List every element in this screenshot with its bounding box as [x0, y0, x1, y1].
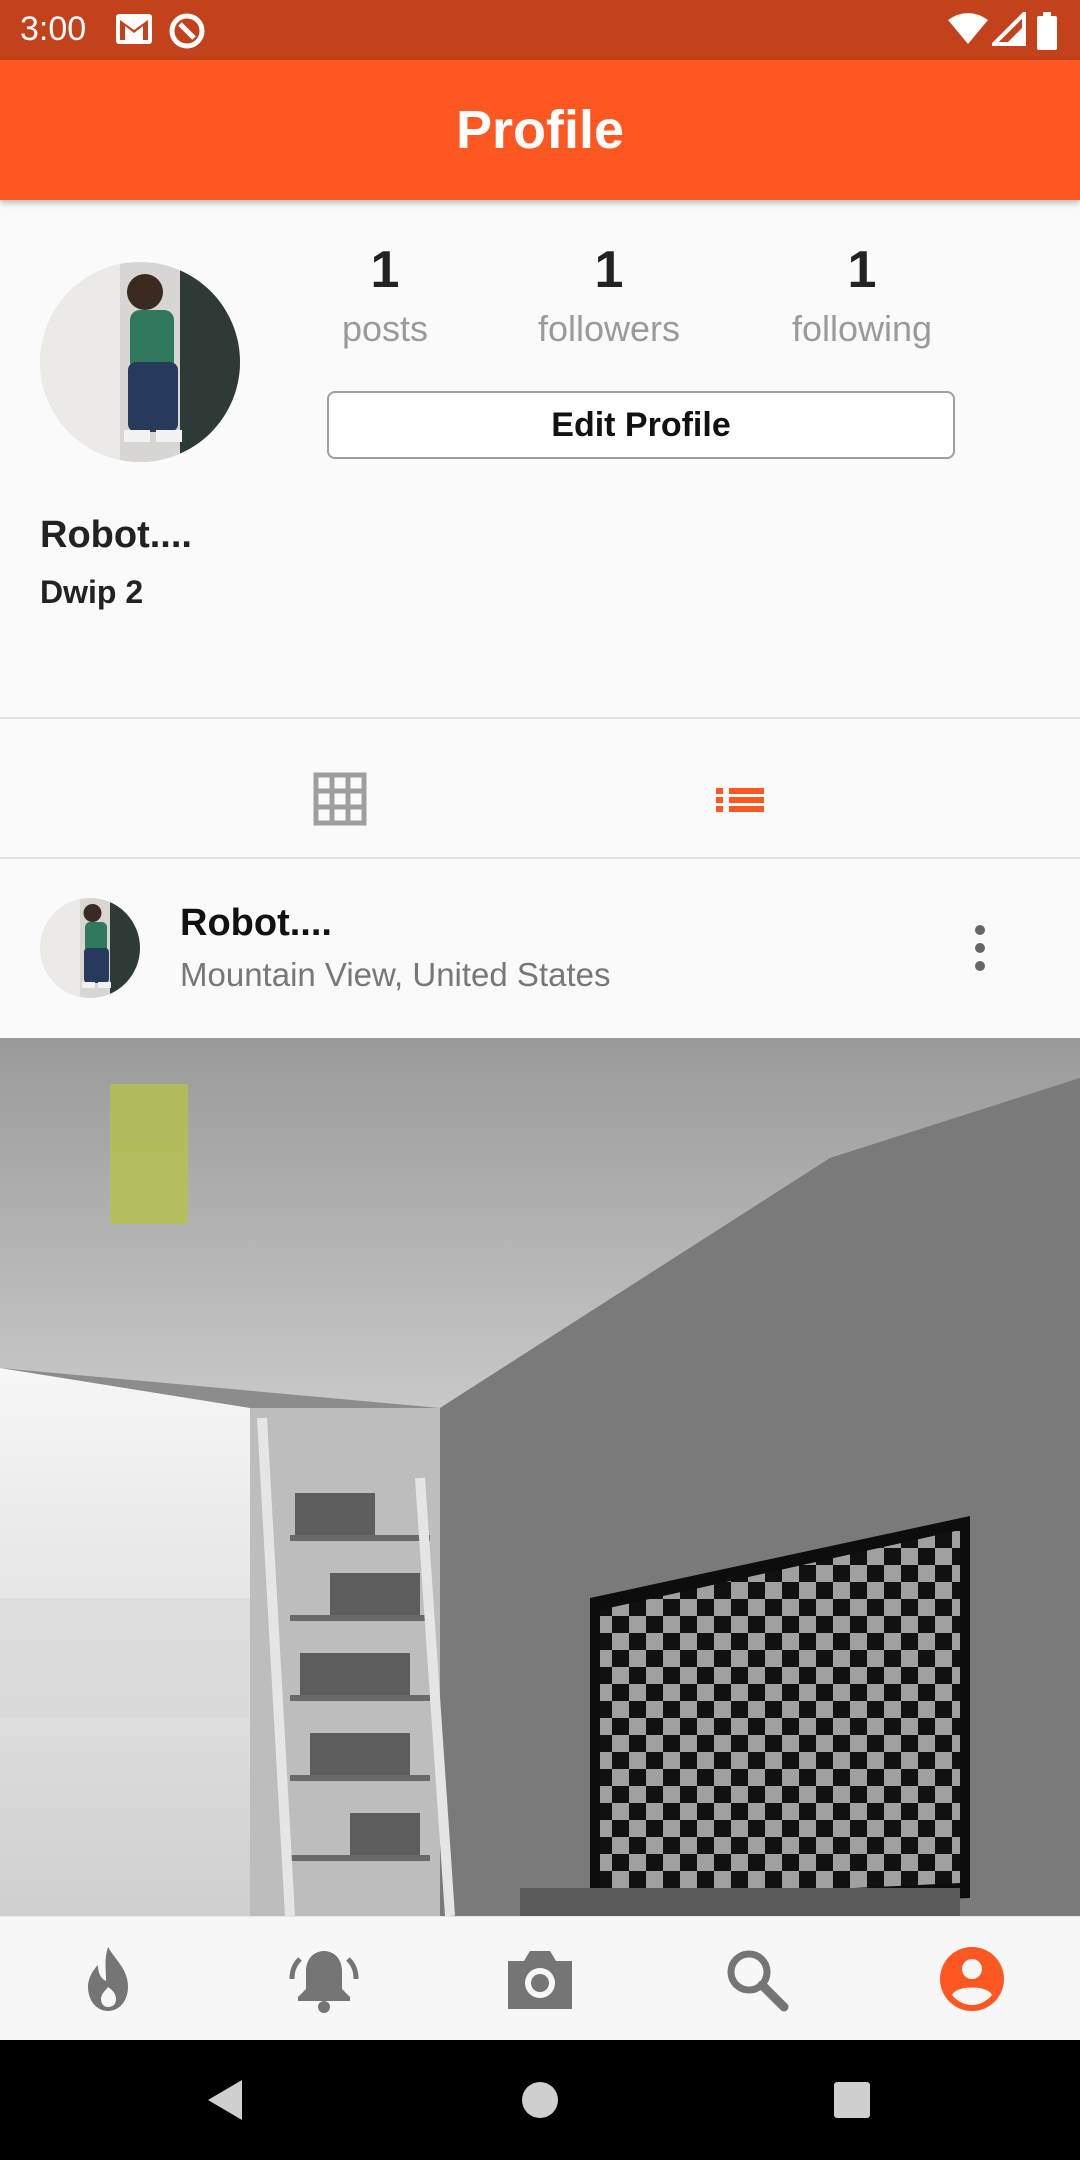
- stat-followers[interactable]: 1 followers: [509, 238, 709, 356]
- profile-avatar[interactable]: [40, 262, 240, 462]
- account-icon[interactable]: [932, 1939, 1012, 2019]
- edit-profile-button[interactable]: Edit Profile: [327, 391, 955, 459]
- post-username[interactable]: Robot....: [180, 902, 332, 945]
- posts-count: 1: [370, 241, 400, 299]
- app-bar: Profile: [0, 60, 1080, 200]
- post-location[interactable]: Mountain View, United States: [180, 956, 610, 994]
- back-icon[interactable]: [196, 2070, 256, 2130]
- following-count: 1: [847, 241, 877, 299]
- divider-bottom: [0, 857, 1080, 859]
- camera-icon[interactable]: [500, 1939, 580, 2019]
- bottom-navigation: [0, 1916, 1080, 2041]
- divider-top: [0, 717, 1080, 719]
- profile-username: Robot....: [40, 514, 192, 556]
- battery-icon: [1037, 12, 1057, 50]
- stat-posts[interactable]: 1 posts: [285, 238, 485, 356]
- list-view-icon[interactable]: [700, 764, 780, 834]
- page-title: Profile: [455, 100, 625, 160]
- wifi-icon: [948, 13, 988, 44]
- post-image[interactable]: [0, 1038, 1080, 1916]
- fire-icon[interactable]: [68, 1939, 148, 2019]
- profile-bio: Dwip 2: [40, 574, 144, 610]
- posts-label: posts: [341, 308, 429, 349]
- following-label: following: [791, 308, 933, 349]
- recents-icon[interactable]: [822, 2070, 882, 2130]
- status-bar: 3:00: [0, 0, 1080, 60]
- grid-view-icon[interactable]: [300, 764, 380, 834]
- sync-icon: [169, 13, 205, 49]
- signal-icon: [992, 12, 1026, 46]
- stat-following[interactable]: 1 following: [762, 238, 962, 356]
- status-time: 3:00: [20, 10, 87, 48]
- post-avatar[interactable]: [40, 898, 140, 998]
- followers-count: 1: [594, 241, 624, 299]
- followers-label: followers: [537, 308, 681, 349]
- more-vert-icon[interactable]: [960, 920, 1000, 976]
- bell-icon[interactable]: [284, 1939, 364, 2019]
- system-navigation-bar: [0, 2040, 1080, 2160]
- gmail-icon: [116, 14, 152, 44]
- search-icon[interactable]: [716, 1939, 796, 2019]
- home-icon[interactable]: [510, 2070, 570, 2130]
